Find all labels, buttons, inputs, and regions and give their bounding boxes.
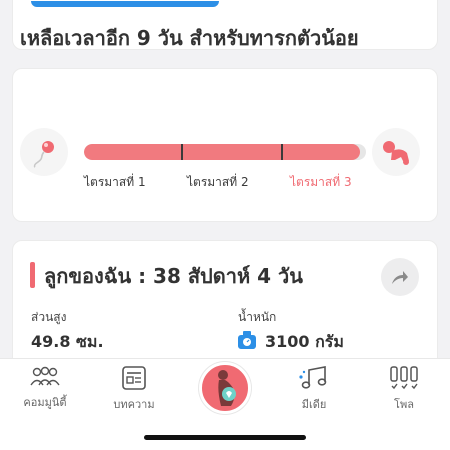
- nav-pregnancy-center[interactable]: [199, 362, 251, 414]
- community-icon: [30, 366, 60, 386]
- height-label: ส่วนสูง: [31, 310, 67, 324]
- trimester-divider: [281, 144, 283, 160]
- nav-community[interactable]: คอมมูนิตี้: [10, 365, 80, 411]
- scale-icon: [236, 330, 258, 354]
- article-icon: [122, 366, 146, 390]
- baby-week-title: ลูกของฉัน : 38 สัปดาห์ 4 วัน: [44, 264, 303, 288]
- trimester-1-label: ไตรมาสที่ 1: [84, 175, 146, 189]
- sperm-icon: [20, 128, 68, 176]
- trimester-2-label: ไตรมาสที่ 2: [187, 175, 249, 189]
- media-icon: [299, 366, 327, 389]
- title-accent-bar: [30, 262, 35, 288]
- countdown-title: เหลือเวลาอีก 9 วัน สำหรับทารกตัวน้อย: [20, 26, 359, 50]
- share-button[interactable]: [381, 258, 419, 296]
- weight-value: 3100 กรัม: [265, 332, 344, 351]
- weight-label: น้ำหนัก: [238, 310, 277, 324]
- pregnancy-center-icon: [218, 370, 236, 406]
- nav-media-label: มีเดีย: [301, 398, 327, 411]
- trimester-3-label: ไตรมาสที่ 3: [290, 175, 352, 189]
- nav-poll[interactable]: โพล: [369, 365, 439, 413]
- pregnancy-progress-bar: [84, 144, 366, 160]
- poll-icon: [390, 366, 418, 390]
- share-icon: [392, 271, 408, 284]
- home-indicator: [144, 435, 306, 440]
- nav-community-label: คอมมูนิตี้: [23, 396, 67, 409]
- nav-media[interactable]: มีเดีย: [279, 365, 349, 413]
- nav-articles[interactable]: บทความ: [99, 365, 169, 413]
- baby-icon: [372, 128, 420, 176]
- height-value: 49.8 ซม.: [31, 332, 104, 351]
- nav-poll-label: โพล: [394, 398, 414, 411]
- progress-fill: [84, 144, 361, 160]
- trimester-divider: [181, 144, 183, 160]
- nav-articles-label: บทความ: [113, 398, 155, 411]
- primary-button[interactable]: [31, 1, 219, 7]
